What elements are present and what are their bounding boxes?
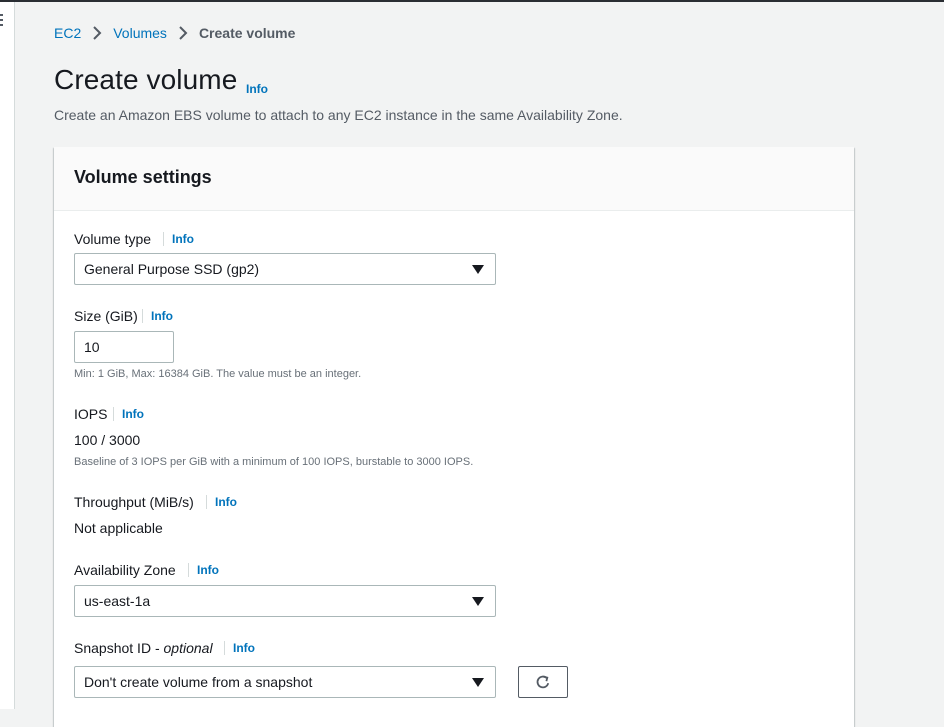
- snapshot-id-label: Snapshot ID - optional: [74, 640, 213, 656]
- volume-type-select[interactable]: General Purpose SSD (gp2): [74, 253, 496, 285]
- throughput-value: Not applicable: [74, 520, 163, 536]
- breadcrumb-current: Create volume: [198, 25, 296, 41]
- caret-down-icon: [472, 678, 484, 687]
- volume-type-info-link[interactable]: Info: [163, 232, 194, 246]
- availability-zone-label: Availability Zone: [74, 562, 176, 578]
- snapshot-id-optional: optional: [163, 640, 213, 656]
- iops-hint: Baseline of 3 IOPS per GiB with a minimu…: [74, 456, 474, 468]
- throughput-label: Throughput (MiB/s): [74, 494, 194, 510]
- volume-type-label: Volume type: [74, 231, 152, 247]
- breadcrumb-item-ec2[interactable]: EC2: [54, 25, 81, 41]
- panel-title: Volume settings: [74, 167, 212, 187]
- panel-header: Volume settings: [54, 147, 854, 211]
- chevron-right-icon: [167, 25, 199, 41]
- top-border: [0, 0, 944, 2]
- volume-settings-panel: Volume settings Volume type Info General…: [54, 147, 854, 727]
- throughput-info-link[interactable]: Info: [206, 495, 237, 509]
- side-navigation-rail[interactable]: [0, 2, 15, 709]
- refresh-snapshots-button[interactable]: [518, 666, 568, 698]
- iops-label: IOPS: [74, 406, 108, 422]
- size-label: Size (GiB): [74, 308, 138, 324]
- iops-info-link[interactable]: Info: [113, 407, 144, 421]
- snapshot-id-label-text: Snapshot ID: [74, 640, 152, 656]
- iops-value: 100 / 3000: [74, 432, 141, 448]
- availability-zone-select[interactable]: us-east-1a: [74, 585, 496, 617]
- volume-type-value: General Purpose SSD (gp2): [84, 261, 260, 277]
- breadcrumb: EC2 Volumes Create volume: [54, 24, 295, 42]
- refresh-icon: [536, 675, 550, 689]
- page-info-link[interactable]: Info: [246, 82, 268, 96]
- size-hint: Min: 1 GiB, Max: 16384 GiB. The value mu…: [74, 368, 362, 380]
- caret-down-icon: [472, 265, 484, 274]
- page-description: Create an Amazon EBS volume to attach to…: [54, 107, 623, 123]
- snapshot-id-select[interactable]: Don't create volume from a snapshot: [74, 666, 496, 698]
- snapshot-id-value: Don't create volume from a snapshot: [84, 674, 313, 690]
- chevron-right-icon: [81, 25, 113, 41]
- size-info-link[interactable]: Info: [142, 309, 173, 323]
- availability-zone-value: us-east-1a: [84, 593, 151, 609]
- size-input[interactable]: [74, 331, 174, 363]
- availability-zone-info-link[interactable]: Info: [188, 563, 219, 577]
- menu-icon[interactable]: [0, 14, 4, 29]
- snapshot-id-info-link[interactable]: Info: [224, 641, 255, 655]
- page-title: Create volume: [54, 64, 238, 95]
- breadcrumb-item-volumes[interactable]: Volumes: [113, 25, 167, 41]
- caret-down-icon: [472, 597, 484, 606]
